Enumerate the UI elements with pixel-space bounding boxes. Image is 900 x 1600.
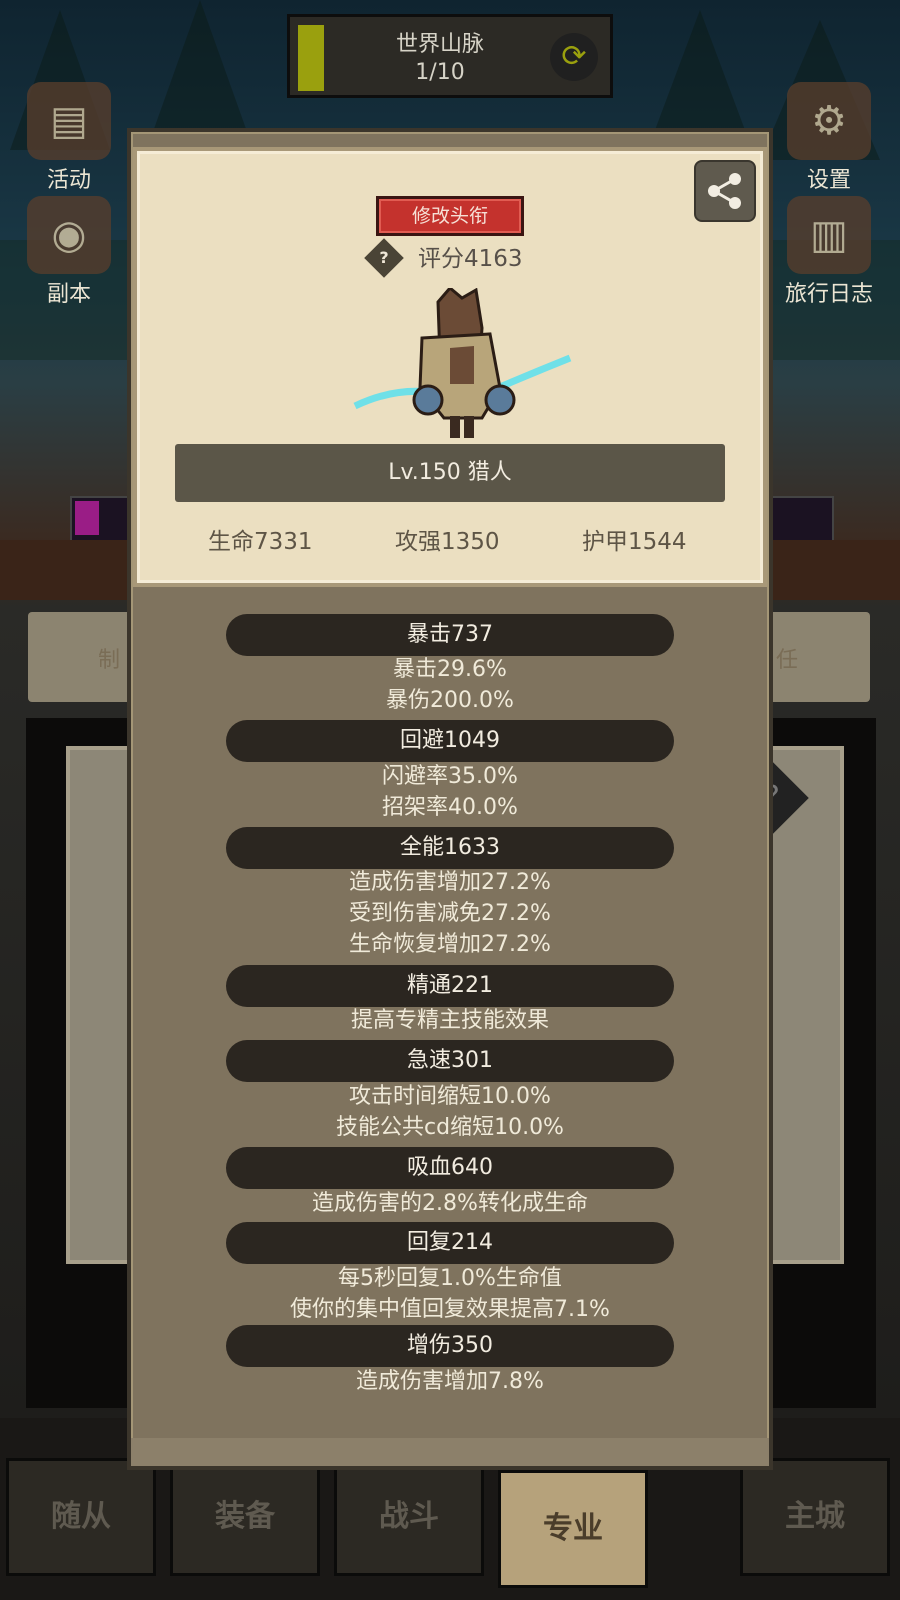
map-header[interactable]: 世界山脉 1/10 ⟳ — [287, 14, 613, 98]
dodge-line: 闪避率35.0% — [382, 764, 518, 789]
damage-bonus-line: 造成伤害增加7.8% — [356, 1369, 544, 1394]
lifesteal-header: 吸血640 — [226, 1147, 674, 1189]
parry-line: 招架率40.0% — [382, 795, 518, 820]
tab-battle[interactable]: 战斗 — [334, 1458, 484, 1576]
modal-bottom-edge — [127, 1438, 773, 1470]
map-progress-bar — [298, 25, 324, 91]
crit-rate-line: 暴击29.6% — [393, 657, 507, 682]
energy-fill — [75, 501, 99, 535]
versatility-reduction-line: 受到伤害减免27.2% — [349, 901, 551, 926]
travel-log-label: 旅行日志 — [784, 282, 873, 307]
settings-label: 设置 — [806, 168, 851, 193]
stat-armor: 护甲1544 — [582, 529, 687, 555]
background-tab-left-label: 制 — [98, 648, 121, 673]
lifesteal-lines: 造成伤害的2.8%转化成生命 — [127, 1188, 773, 1219]
energy-bar — [70, 496, 134, 542]
damage-bonus-header: 增伤350 — [226, 1325, 674, 1367]
share-button[interactable] — [694, 160, 756, 222]
tab-followers[interactable]: 随从 — [6, 1458, 156, 1576]
score-row: ? 评分4163 — [364, 238, 610, 278]
lifesteal-line: 造成伤害的2.8%转化成生命 — [312, 1191, 588, 1216]
tab-main-city[interactable]: 主城 — [740, 1458, 890, 1576]
refresh-icon[interactable]: ⟳ — [550, 33, 598, 81]
travel-log-button[interactable]: ▥ 旅行日志 — [774, 196, 884, 308]
avoidance-lines: 闪避率35.0% 招架率40.0% — [127, 761, 773, 823]
regen-focus-line: 使你的集中值回复效果提高7.1% — [290, 1297, 610, 1322]
portal-icon: ◉ — [27, 196, 111, 274]
map-title-block: 世界山脉 1/10 — [330, 31, 550, 87]
avoidance-header: 回避1049 — [226, 720, 674, 762]
haste-header: 急速301 — [226, 1040, 674, 1082]
hunter-character-image — [353, 288, 572, 438]
background-tab-right-label: 任 — [776, 648, 799, 673]
haste-attack-line: 攻击时间缩短10.0% — [349, 1084, 551, 1109]
regen-hp-line: 每5秒回复1.0%生命值 — [338, 1266, 562, 1291]
haste-cd-line: 技能公共cd缩短10.0% — [336, 1115, 564, 1140]
gear-icon: ⚙ — [787, 82, 871, 160]
versatility-damage-line: 造成伤害增加27.2% — [349, 870, 551, 895]
regen-header: 回复214 — [226, 1222, 674, 1264]
settings-button[interactable]: ⚙ 设置 — [774, 82, 884, 194]
book-icon: ▥ — [787, 196, 871, 274]
activity-button[interactable]: ▤ 活动 — [14, 82, 124, 194]
score-value: 评分4163 — [418, 246, 523, 272]
background-tab-left[interactable] — [28, 612, 138, 702]
level-class-bar: Lv.150 猎人 — [175, 444, 725, 502]
mastery-lines: 提高专精主技能效果 — [127, 1005, 773, 1036]
mastery-header: 精通221 — [226, 965, 674, 1007]
tab-profession[interactable]: 专业 — [498, 1470, 648, 1588]
scroll-icon: ▤ — [27, 82, 111, 160]
versatility-header: 全能1633 — [226, 827, 674, 869]
map-progress: 1/10 — [415, 60, 465, 85]
edit-title-button[interactable]: 修改头衔 — [376, 196, 524, 236]
dungeon-label: 副本 — [46, 282, 91, 307]
crit-damage-line: 暴伤200.0% — [386, 688, 514, 713]
mastery-line: 提高专精主技能效果 — [350, 1008, 549, 1033]
versatility-heal-line: 生命恢复增加27.2% — [349, 932, 551, 957]
damage-bonus-lines: 造成伤害增加7.8% — [127, 1366, 773, 1397]
crit-header: 暴击737 — [226, 614, 674, 656]
versatility-lines: 造成伤害增加27.2% 受到伤害减免27.2% 生命恢复增加27.2% — [127, 867, 773, 960]
regen-lines: 每5秒回复1.0%生命值 使你的集中值回复效果提高7.1% — [127, 1263, 773, 1325]
stat-attack-power: 攻强1350 — [395, 529, 500, 555]
score-help-icon[interactable]: ? — [364, 238, 404, 278]
map-title: 世界山脉 — [395, 32, 484, 57]
haste-lines: 攻击时间缩短10.0% 技能公共cd缩短10.0% — [127, 1081, 773, 1143]
share-icon — [708, 173, 741, 209]
tab-equipment[interactable]: 装备 — [170, 1458, 320, 1576]
stat-hp: 生命7331 — [208, 529, 313, 555]
crit-lines: 暴击29.6% 暴伤200.0% — [127, 654, 773, 716]
dungeon-button[interactable]: ◉ 副本 — [14, 196, 124, 308]
activity-label: 活动 — [46, 168, 91, 193]
